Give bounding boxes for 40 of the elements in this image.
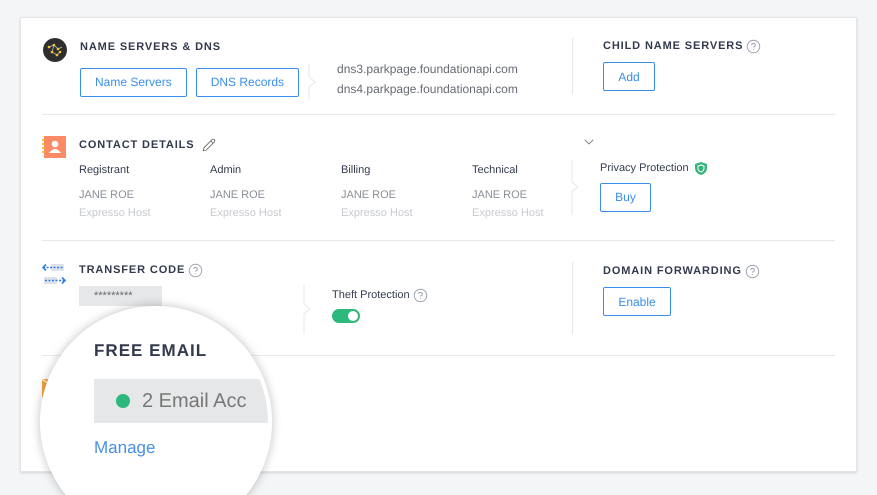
help-icon[interactable]	[188, 263, 204, 278]
contact-name: JANE ROE	[210, 188, 266, 202]
privacy-protection-label: Privacy Protection	[600, 161, 689, 176]
contact-organization: Expresso Host	[79, 206, 152, 220]
buy-button[interactable]: Buy	[600, 182, 651, 212]
contact-role: Technical	[472, 163, 519, 177]
enable-button[interactable]: Enable	[603, 287, 671, 316]
free-email-title: FREE EMAIL	[94, 342, 208, 359]
contact-organization: Expresso Host	[472, 206, 545, 220]
theft-protection-label: Theft Protection	[332, 288, 410, 303]
section-title: CHILD NAME SERVERS	[603, 41, 744, 52]
contact-name: JANE ROE	[341, 188, 398, 202]
outline-button[interactable]: Name Servers	[80, 68, 187, 96]
name-server-text: dns3.parkpage.foundationapi.com	[337, 62, 518, 76]
contact-organization: Expresso Host	[210, 206, 283, 220]
transfer-arrows-icon	[42, 263, 66, 287]
contact-card-icon	[42, 136, 66, 158]
edit-icon[interactable]	[202, 138, 216, 152]
help-icon[interactable]	[412, 288, 428, 303]
section-title: NAME SERVERS & DNS	[80, 42, 222, 53]
contact-name: JANE ROE	[79, 188, 136, 202]
theft-protection-toggle[interactable]	[332, 308, 360, 322]
contact-role: Registrant	[79, 163, 130, 177]
contact-name: JANE ROE	[472, 188, 528, 202]
constellation-icon	[43, 38, 67, 62]
name-server-text: dns4.parkpage.foundationapi.com	[337, 82, 518, 96]
section-title: CONTACT DETAILS	[79, 140, 194, 150]
help-icon[interactable]	[744, 264, 760, 279]
help-icon[interactable]	[746, 39, 762, 54]
add-button[interactable]: Add	[603, 62, 655, 91]
outline-button[interactable]: DNS Records	[196, 68, 300, 96]
shield-icon	[694, 162, 707, 175]
contact-role: Admin	[210, 163, 242, 177]
email-accounts-text: 2 Email Acc	[142, 389, 246, 414]
section-title: TRANSFER CODE	[79, 265, 186, 276]
contact-organization: Expresso Host	[341, 206, 414, 220]
section-title: DOMAIN FORWARDING	[603, 266, 742, 277]
transfer-code-field[interactable]: *********	[79, 286, 162, 306]
contact-role: Billing	[341, 163, 372, 177]
manage-link[interactable]: Manage	[94, 435, 156, 460]
